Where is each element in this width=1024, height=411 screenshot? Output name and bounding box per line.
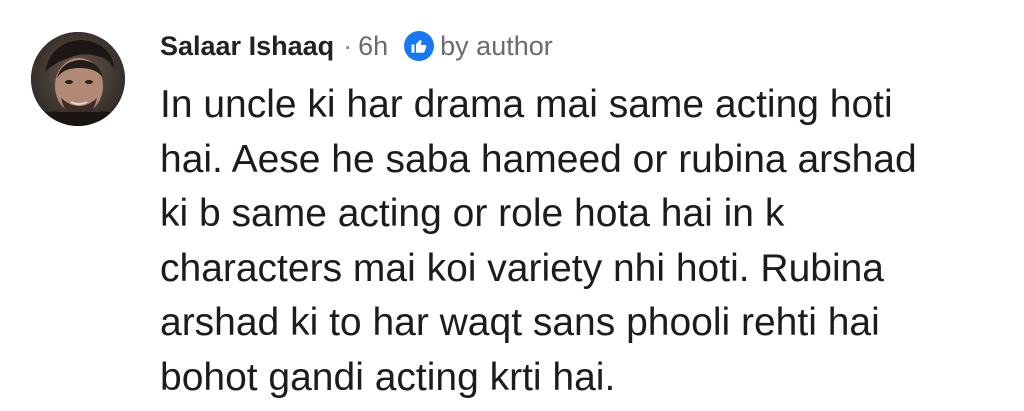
comment-header: Salaar Ishaaq · 6h by author (160, 26, 553, 66)
comment-text-line: hai. Aese he saba hameed or rubina arsha… (160, 137, 917, 181)
timestamp[interactable]: 6h (358, 31, 388, 62)
avatar[interactable] (31, 32, 125, 126)
comment: Salaar Ishaaq · 6h by author In uncle ki… (0, 0, 1024, 411)
comment-text-line: ki b same acting or role hota hai in k (160, 192, 785, 235)
comment-text-line: In uncle ki har drama mai same acting ho… (160, 83, 893, 126)
comment-text-line: characters mai koi variety nhi hoti. Rub… (160, 246, 884, 290)
liked-by-author-label: by author (440, 30, 553, 61)
comment-text-line: bohot gandi acting krti hai. (160, 355, 616, 399)
comment-text-line: arshad ki to har waqt sans phooli rehti … (160, 301, 880, 344)
separator-dot: · (343, 30, 353, 61)
author-name[interactable]: Salaar Ishaaq (160, 31, 334, 62)
avatar-image (31, 32, 125, 126)
comment-body: In uncle ki har drama mai same acting ho… (160, 78, 980, 405)
thumbs-up-icon (404, 31, 435, 61)
